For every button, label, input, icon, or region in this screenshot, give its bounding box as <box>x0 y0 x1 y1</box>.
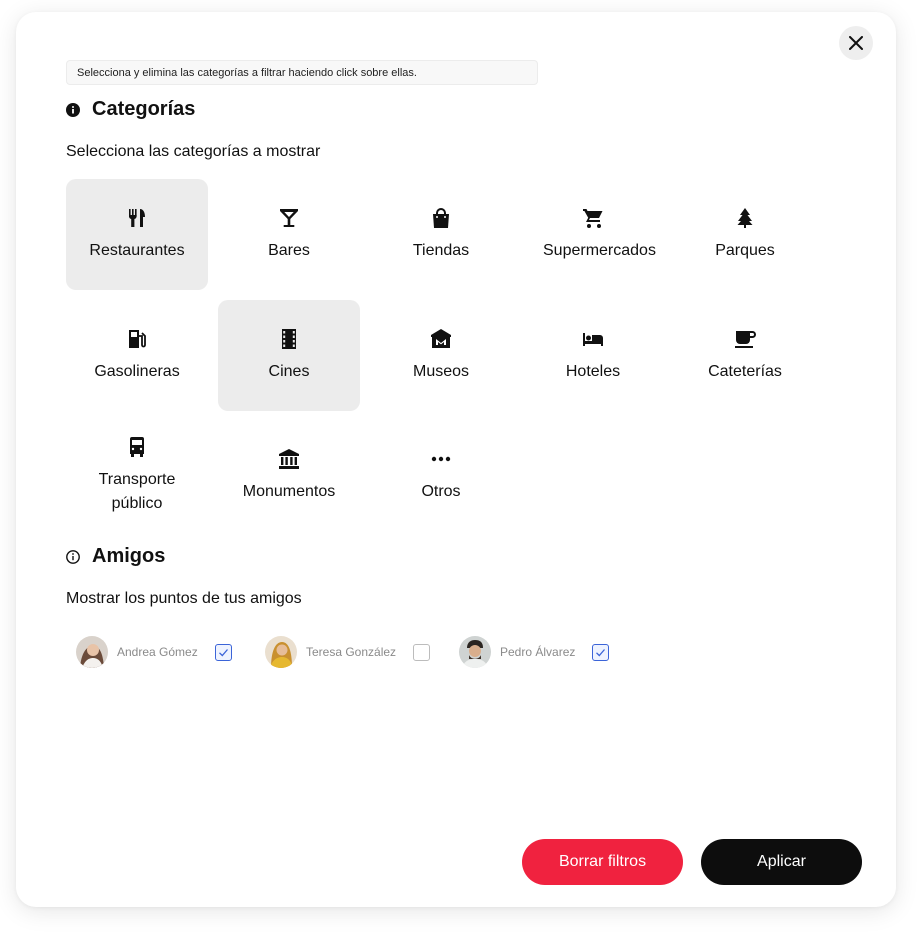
film-icon <box>278 328 300 350</box>
check-icon <box>596 648 606 656</box>
category-monumentos[interactable]: Monumentos <box>218 420 360 531</box>
bus-icon <box>126 436 148 458</box>
friends-subtitle: Mostrar los puntos de tus amigos <box>66 590 302 607</box>
more-horizontal-icon <box>430 448 452 470</box>
friend-name: Andrea Gómez <box>117 645 198 659</box>
filter-modal: Selecciona y elimina las categorías a fi… <box>16 12 896 907</box>
avatar <box>76 636 108 668</box>
friend-name: Pedro Álvarez <box>500 645 576 659</box>
category-label: Restaurantes <box>89 241 185 259</box>
gas-station-icon <box>126 328 148 350</box>
category-hoteles[interactable]: Hoteles <box>522 300 664 411</box>
category-gasolineras[interactable]: Gasolineras <box>66 300 208 411</box>
category-label: Museos <box>412 362 470 380</box>
category-label: Transporte público <box>98 470 176 512</box>
tree-icon <box>734 207 756 229</box>
categories-heading: Categorías <box>66 98 195 121</box>
restaurant-icon <box>126 207 148 229</box>
info-filled-icon <box>66 102 80 117</box>
shopping-bag-icon <box>430 207 452 229</box>
category-label: Monumentos <box>242 482 336 500</box>
category-museos[interactable]: Museos <box>370 300 512 411</box>
category-label: Parques <box>715 241 775 259</box>
friend-item-teresa[interactable]: Teresa González <box>265 636 431 668</box>
categories-title: Categorías <box>92 98 196 120</box>
friend-checkbox[interactable] <box>214 643 232 661</box>
check-icon <box>218 648 228 656</box>
category-label: Hoteles <box>565 362 621 380</box>
filter-hint: Selecciona y elimina las categorías a fi… <box>66 60 538 85</box>
category-cines[interactable]: Cines <box>218 300 360 411</box>
category-label: Cateterías <box>708 362 782 380</box>
close-button[interactable] <box>839 26 873 60</box>
categories-subtitle: Selecciona las categorías a mostrar <box>66 143 321 160</box>
cocktail-icon <box>278 207 300 229</box>
friends-heading: Amigos <box>66 545 165 568</box>
category-transporte-publico[interactable]: Transporte público <box>66 420 208 531</box>
clear-filters-button[interactable]: Borrar filtros <box>522 839 683 885</box>
category-label: Bares <box>268 241 310 259</box>
avatar <box>459 636 491 668</box>
category-restaurantes[interactable]: Restaurantes <box>66 179 208 290</box>
category-bares[interactable]: Bares <box>218 179 360 290</box>
category-label: Tiendas <box>412 241 470 259</box>
category-caceterias[interactable]: Cateterías <box>674 300 816 411</box>
close-icon <box>849 36 863 50</box>
apply-button[interactable]: Aplicar <box>701 839 862 885</box>
category-tiendas[interactable]: Tiendas <box>370 179 512 290</box>
shopping-cart-icon <box>582 207 604 229</box>
friend-checkbox[interactable] <box>413 643 431 661</box>
category-otros[interactable]: Otros <box>370 420 512 531</box>
museum-icon <box>430 328 452 350</box>
bank-icon <box>278 448 300 470</box>
category-label: Supermercados <box>543 241 656 259</box>
bed-icon <box>582 328 604 350</box>
friend-item-pedro[interactable]: Pedro Álvarez <box>459 636 610 668</box>
avatar <box>265 636 297 668</box>
friend-item-andrea[interactable]: Andrea Gómez <box>76 636 232 668</box>
category-label: Gasolineras <box>94 362 180 380</box>
friends-title: Amigos <box>92 545 166 567</box>
friend-checkbox[interactable] <box>592 643 610 661</box>
coffee-icon <box>734 328 756 350</box>
category-label: Otros <box>421 482 461 500</box>
category-label: Cines <box>268 362 310 380</box>
info-outline-icon <box>66 549 80 564</box>
category-supermercados[interactable]: Supermercados <box>522 179 664 290</box>
category-parques[interactable]: Parques <box>674 179 816 290</box>
friend-name: Teresa González <box>306 645 397 659</box>
